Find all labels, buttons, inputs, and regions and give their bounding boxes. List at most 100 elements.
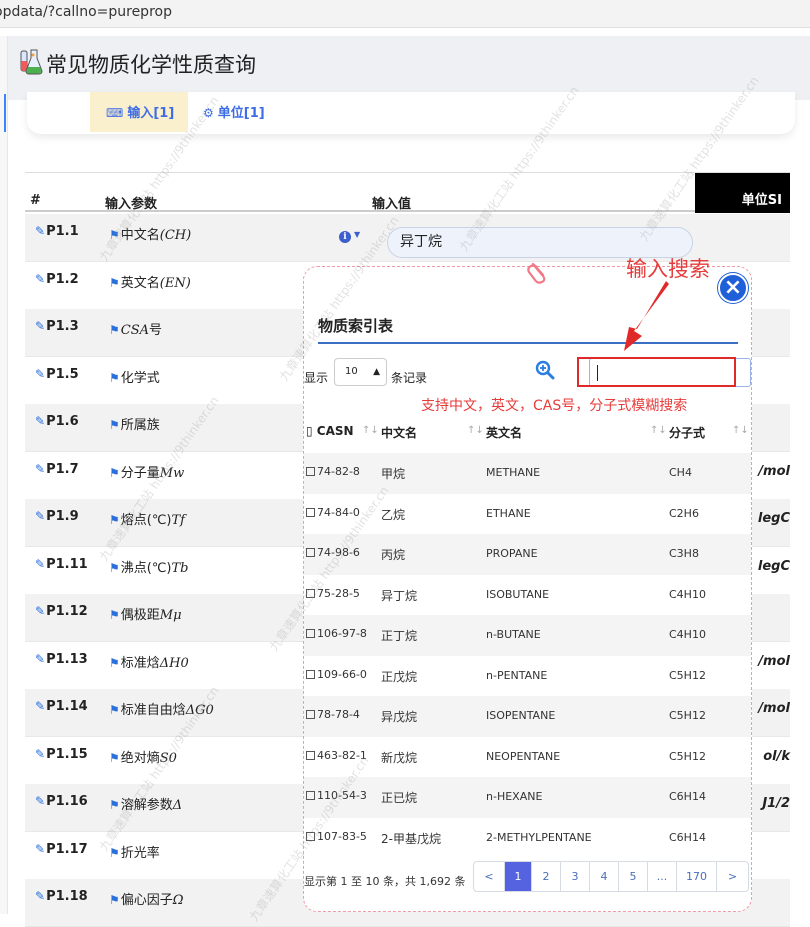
cas-cell[interactable]: 78-78-4 xyxy=(306,708,360,721)
table-row[interactable]: 78-78-4 异戊烷 ISOPENTANE C5H12 xyxy=(304,696,751,737)
row-checkbox[interactable] xyxy=(306,750,315,760)
page-button[interactable]: > xyxy=(717,862,748,891)
row-checkbox[interactable] xyxy=(306,588,315,598)
page-button[interactable]: 1 xyxy=(505,862,532,891)
formula-cell: C6H14 xyxy=(669,830,706,844)
param-id[interactable]: ✎P1.17 xyxy=(35,842,88,857)
page-length-select[interactable]: 10 ▲ xyxy=(334,358,387,386)
edit-icon: ✎ xyxy=(35,889,46,903)
table-row[interactable]: 110-54-3 正已烷 n-HEXANE C6H14 xyxy=(304,777,751,818)
sort-icon[interactable]: ↑↓ xyxy=(732,425,749,436)
row-checkbox[interactable] xyxy=(306,791,315,800)
table-row[interactable]: 74-84-0 乙烷 ETHANE C2H6 xyxy=(304,494,751,535)
param-name: ⚑化学式 xyxy=(109,370,160,386)
page-button[interactable]: 5 xyxy=(619,862,648,891)
page-button[interactable]: 3 xyxy=(561,862,590,891)
page-button[interactable]: 170 xyxy=(677,862,717,891)
tab-unit[interactable]: ⚙ 单位[1] xyxy=(203,92,265,132)
param-name: ⚑熔点(℃)Tf xyxy=(109,513,185,528)
col-header-casn[interactable]: ▯ CASN xyxy=(306,424,354,438)
param-name: ⚑所属族 xyxy=(109,418,160,433)
sort-icon[interactable]: ↑↓ xyxy=(467,425,484,436)
flag-icon: ⚑ xyxy=(109,465,120,480)
param-id[interactable]: ✎P1.9 xyxy=(35,509,79,524)
param-name: ⚑标准自由焓ΔG0 xyxy=(109,703,214,718)
row-checkbox[interactable] xyxy=(306,831,315,841)
zoom-search-icon[interactable] xyxy=(535,360,555,380)
en-cell: ETHANE xyxy=(486,506,531,520)
flag-icon: ⚑ xyxy=(109,893,120,907)
param-id[interactable]: ✎P1.18 xyxy=(35,889,88,904)
row-checkbox[interactable] xyxy=(306,467,315,476)
page-button[interactable]: 2 xyxy=(532,862,561,891)
param-name: ⚑绝对熵S0 xyxy=(109,750,177,766)
table-row[interactable]: 75-28-5 异丁烷 ISOBUTANE C4H10 xyxy=(304,575,751,616)
row-checkbox[interactable] xyxy=(306,669,315,679)
en-cell: ISOPENTANE xyxy=(486,709,556,722)
flag-icon: ⚑ xyxy=(109,750,120,765)
formula-cell: C3H8 xyxy=(669,547,699,560)
table-row[interactable]: 109-66-0 正戊烷 n-PENTANE C5H12 xyxy=(304,656,751,697)
cas-cell[interactable]: 74-84-0 xyxy=(306,506,360,519)
param-id[interactable]: ✎P1.3 xyxy=(35,319,79,334)
param-id[interactable]: ✎P1.5 xyxy=(35,367,79,382)
cn-cell: 2-甲基戊烷 xyxy=(381,831,441,846)
table-row[interactable]: 107-83-5 2-甲基戊烷 2-METHYLPENTANE C6H14 xyxy=(304,818,751,859)
cas-cell[interactable]: 74-82-8 xyxy=(306,465,360,478)
param-unit: ol/k xyxy=(763,748,790,764)
col-header-unit: 单位SI xyxy=(695,173,790,213)
param-id[interactable]: ✎P1.13 xyxy=(35,652,88,667)
en-cell: n-BUTANE xyxy=(486,628,541,641)
param-id[interactable]: ✎P1.12 xyxy=(35,604,88,619)
cas-cell[interactable]: 109-66-0 xyxy=(306,668,367,681)
flask-icon xyxy=(20,49,43,75)
param-id[interactable]: ✎P1.15 xyxy=(35,747,88,762)
table-row[interactable]: 74-82-8 甲烷 METHANE CH4 xyxy=(304,453,751,494)
table-row[interactable]: 74-98-6 丙烷 PROPANE C3H8 xyxy=(304,534,751,575)
address-bar[interactable]: opdata/?callno=pureprop xyxy=(0,0,810,28)
edit-icon: ✎ xyxy=(35,604,46,618)
row-checkbox[interactable] xyxy=(306,629,315,638)
tab-input[interactable]: ⌨ 输入[1] xyxy=(90,92,188,132)
param-id[interactable]: ✎P1.1 xyxy=(35,224,79,239)
page-button[interactable]: ... xyxy=(648,862,677,891)
tab-unit-label: 单位[1] xyxy=(217,106,265,121)
cas-cell[interactable]: 110-54-3 xyxy=(306,789,367,802)
page-button[interactable]: 4 xyxy=(590,862,619,891)
formula-cell: C5H12 xyxy=(669,749,706,763)
col-header-formula[interactable]: 分子式 xyxy=(669,424,705,441)
cas-cell[interactable]: 463-82-1 xyxy=(306,749,367,762)
row-checkbox[interactable] xyxy=(306,507,315,517)
page-button[interactable]: < xyxy=(474,862,505,891)
cas-cell[interactable]: 74-98-6 xyxy=(306,546,360,559)
sort-icon[interactable]: ↑↓ xyxy=(650,425,667,436)
info-icon[interactable]: i xyxy=(339,231,351,243)
col-header-en[interactable]: 英文名 xyxy=(486,424,522,441)
edit-icon: ✎ xyxy=(35,509,46,523)
table-row[interactable]: 463-82-1 新戊烷 NEOPENTANE C5H12 xyxy=(304,737,751,778)
param-id[interactable]: ✎P1.6 xyxy=(35,414,79,429)
close-icon[interactable]: × xyxy=(718,273,748,303)
cn-cell: 乙烷 xyxy=(381,507,406,522)
cas-cell[interactable]: 107-83-5 xyxy=(306,830,367,843)
param-name: ⚑CSA号 xyxy=(109,323,163,338)
cas-cell[interactable]: 75-28-5 xyxy=(306,587,360,600)
param-id[interactable]: ✎P1.7 xyxy=(35,462,79,477)
row-checkbox[interactable] xyxy=(306,548,315,557)
cas-cell[interactable]: 106-97-8 xyxy=(306,627,367,640)
en-cell: NEOPENTANE xyxy=(486,749,561,763)
table-row[interactable]: 106-97-8 正丁烷 n-BUTANE C4H10 xyxy=(304,615,751,656)
sort-icon[interactable]: ↑↓ xyxy=(362,425,379,436)
caret-down-icon[interactable]: ▼ xyxy=(354,230,360,239)
col-header-param: 输入参数 xyxy=(105,197,158,212)
param-name: ⚑折光率 xyxy=(109,845,160,861)
param-id[interactable]: ✎P1.11 xyxy=(35,557,88,572)
row-checkbox[interactable] xyxy=(306,710,315,719)
param-id[interactable]: ✎P1.14 xyxy=(35,699,88,714)
url-text: opdata/?callno=pureprop xyxy=(0,4,172,20)
edit-icon: ✎ xyxy=(35,556,46,571)
param-id[interactable]: ✎P1.16 xyxy=(35,794,88,809)
param-id[interactable]: ✎P1.2 xyxy=(35,272,79,287)
col-header-cn[interactable]: 中文名 xyxy=(381,424,417,441)
flag-icon: ⚑ xyxy=(109,370,120,385)
